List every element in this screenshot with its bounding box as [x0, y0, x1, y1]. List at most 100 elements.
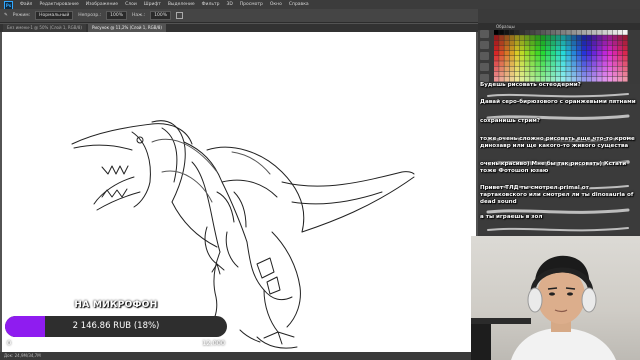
swatch-cell[interactable]	[499, 76, 504, 82]
swatch-cell[interactable]	[494, 45, 499, 51]
swatch-cell[interactable]	[499, 66, 504, 72]
swatch-cell[interactable]	[530, 35, 535, 40]
swatch-cell[interactable]	[530, 50, 535, 56]
swatch-cell[interactable]	[597, 61, 602, 66]
swatch-cell[interactable]	[586, 45, 592, 51]
swatch-cell[interactable]	[555, 35, 561, 40]
color-panel-icon[interactable]	[480, 30, 489, 38]
swatches-panel-icon[interactable]	[480, 41, 489, 49]
swatch-cell[interactable]	[591, 76, 597, 82]
swatch-cell[interactable]	[617, 71, 623, 77]
swatch-cell[interactable]	[530, 40, 535, 46]
swatch-cell[interactable]	[591, 71, 597, 77]
swatch-cell[interactable]	[540, 40, 546, 46]
swatch-cell[interactable]	[504, 56, 510, 61]
swatch-cell[interactable]	[494, 35, 499, 40]
swatch-cell[interactable]	[612, 45, 618, 51]
swatch-cell[interactable]	[612, 35, 618, 40]
swatch-cell[interactable]	[581, 30, 587, 35]
swatch-cell[interactable]	[504, 76, 510, 82]
menu-image[interactable]: Изображение	[86, 0, 118, 9]
opacity-field[interactable]: 100%	[106, 11, 128, 20]
swatch-cell[interactable]	[566, 56, 571, 61]
swatch-cell[interactable]	[514, 45, 520, 51]
swatch-cell[interactable]	[612, 40, 618, 46]
swatch-cell[interactable]	[597, 76, 602, 82]
brush-tool-icon[interactable]: ✎	[4, 13, 8, 18]
swatch-cell[interactable]	[607, 30, 613, 35]
swatch-cell[interactable]	[571, 50, 577, 56]
swatch-cell[interactable]	[514, 76, 520, 82]
swatch-cell[interactable]	[617, 61, 623, 66]
swatch-cell[interactable]	[540, 30, 546, 35]
swatch-cell[interactable]	[591, 66, 597, 72]
swatch-cell[interactable]	[617, 45, 623, 51]
swatch-cell[interactable]	[622, 35, 628, 40]
swatch-cell[interactable]	[576, 76, 582, 82]
menu-3d[interactable]: 3D	[226, 0, 232, 9]
swatch-cell[interactable]	[545, 50, 551, 56]
swatch-cell[interactable]	[524, 50, 530, 56]
swatch-cell[interactable]	[617, 56, 623, 61]
swatch-cell[interactable]	[607, 66, 613, 72]
swatch-cell[interactable]	[612, 76, 618, 82]
swatch-cell[interactable]	[571, 30, 577, 35]
swatch-cell[interactable]	[566, 61, 571, 66]
swatch-cell[interactable]	[499, 50, 504, 56]
swatch-cell[interactable]	[612, 50, 618, 56]
tab-document-2[interactable]: Рисунок @ 11,2% (Слой 1, RGB/8)	[87, 24, 166, 32]
swatch-cell[interactable]	[597, 56, 602, 61]
swatch-cell[interactable]	[581, 45, 587, 51]
swatch-cell[interactable]	[499, 35, 504, 40]
swatch-cell[interactable]	[622, 66, 628, 72]
swatch-cell[interactable]	[561, 35, 566, 40]
swatch-cell[interactable]	[607, 45, 613, 51]
swatch-cell[interactable]	[566, 30, 571, 35]
menu-file[interactable]: Файл	[20, 0, 32, 9]
swatch-cell[interactable]	[622, 40, 628, 46]
swatch-cell[interactable]	[540, 45, 546, 51]
swatch-cell[interactable]	[591, 50, 597, 56]
swatch-cell[interactable]	[617, 40, 623, 46]
menu-window[interactable]: Окно	[270, 0, 282, 9]
swatch-cell[interactable]	[591, 56, 597, 61]
swatch-cell[interactable]	[550, 40, 556, 46]
swatch-cell[interactable]	[499, 45, 504, 51]
swatch-cell[interactable]	[586, 40, 592, 46]
swatch-cell[interactable]	[571, 56, 577, 61]
swatch-cell[interactable]	[607, 50, 613, 56]
history-panel-icon[interactable]	[480, 74, 489, 82]
swatch-cell[interactable]	[550, 76, 556, 82]
swatch-cell[interactable]	[509, 45, 515, 51]
swatch-cell[interactable]	[524, 61, 530, 66]
swatch-cell[interactable]	[524, 40, 530, 46]
swatch-cell[interactable]	[540, 76, 546, 82]
swatch-cell[interactable]	[566, 35, 571, 40]
swatch-cell[interactable]	[597, 71, 602, 77]
swatch-cell[interactable]	[545, 61, 551, 66]
swatch-grid[interactable]	[494, 30, 628, 82]
swatch-cell[interactable]	[602, 61, 607, 66]
swatch-cell[interactable]	[612, 71, 618, 77]
swatch-cell[interactable]	[576, 71, 582, 77]
swatch-cell[interactable]	[499, 30, 504, 35]
swatch-cell[interactable]	[509, 61, 515, 66]
swatch-cell[interactable]	[571, 66, 577, 72]
swatch-cell[interactable]	[555, 40, 561, 46]
swatch-cell[interactable]	[607, 56, 613, 61]
swatch-cell[interactable]	[494, 61, 499, 66]
swatch-cell[interactable]	[622, 76, 628, 82]
swatch-cell[interactable]	[622, 30, 628, 35]
swatches-title[interactable]: Образцы	[478, 24, 515, 29]
swatch-cell[interactable]	[530, 45, 535, 51]
swatch-cell[interactable]	[622, 50, 628, 56]
swatch-cell[interactable]	[530, 76, 535, 82]
swatch-cell[interactable]	[504, 66, 510, 72]
swatch-cell[interactable]	[617, 30, 623, 35]
swatch-cell[interactable]	[597, 66, 602, 72]
swatch-cell[interactable]	[581, 50, 587, 56]
swatch-cell[interactable]	[622, 45, 628, 51]
swatch-cell[interactable]	[555, 71, 561, 77]
swatch-cell[interactable]	[576, 61, 582, 66]
swatch-cell[interactable]	[499, 56, 504, 61]
